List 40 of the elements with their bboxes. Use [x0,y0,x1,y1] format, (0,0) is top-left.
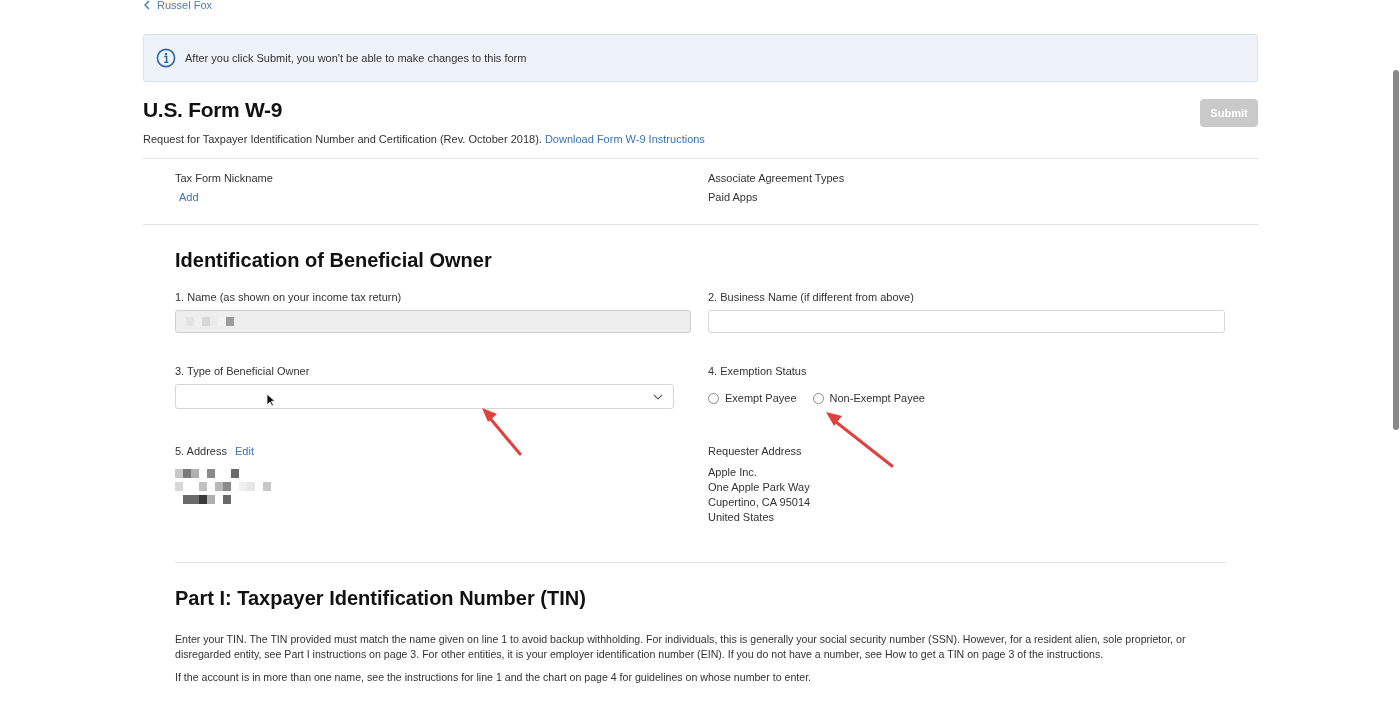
field-label: Requester Address [708,445,803,457]
form-title: U.S. Form W-9 [143,98,283,122]
radio-button[interactable] [708,392,719,404]
radio-button[interactable] [812,392,824,404]
radio-option[interactable]: Non-Exempt Payee [812,392,925,404]
redacted-text [186,317,234,326]
business-name-field[interactable] [708,310,1225,333]
edit-link[interactable]: Edit [235,445,254,457]
address-line: Cupertino, CA 95014 [708,496,812,509]
field-label: Tax Form Nickname [175,172,274,184]
section-heading: Identification of Beneficial Owner [175,249,493,272]
annotation-arrow [480,406,524,458]
field-label: 2. Business Name (if different from above) [708,291,915,303]
back-link[interactable]: Russel Fox [143,0,213,11]
radio-option[interactable]: Exempt Payee [708,392,797,404]
info-icon [156,48,176,68]
instructions-text: Enter your TIN. The TIN provided must match the name given on line 1 to avoid backup withholding. For individuals, this is generally your social security number (SSN). However, for a resident alien, sole proprietor, or disregarded entity, see Part I instructions on page 3. For other entities, it is your employer identification number (EIN). If you do not have a number, see How to get a TIN on page 3 of the instructions. [175,632,1187,662]
field-value: Paid Apps [708,191,759,203]
scrollbar[interactable] [1393,70,1399,430]
field-label: 5. Address [175,445,227,457]
add-link[interactable]: Add [175,191,708,203]
address-line: One Apple Park Way [708,481,811,494]
form-description: Request for Taxpayer Identification Number and Certification (Rev. October 2018). Download Form W-9 Instructions [143,133,706,145]
field-label: Associate Agreement Types [708,172,846,184]
radio-label[interactable]: Exempt Payee [725,392,797,404]
annotation-arrow [824,410,896,470]
address-line: Apple Inc. [708,466,758,479]
field-label: 1. Name (as shown on your income tax return) [175,291,403,303]
address-line: United States [708,511,776,524]
download-link[interactable]: Download Form W-9 Instructions [544,133,705,145]
mouse-pointer-icon [266,393,276,407]
info-message: After you click Submit, you won't be able to make changes to this form [185,52,527,64]
instructions-text: If the account is in more than one name, see the instructions for line 1 and the chart on page 4 for guidelines on whose number to enter. [175,670,813,685]
chevron-down-icon [653,393,663,400]
field-label: 4. Exemption Status [708,365,808,377]
chevron-left-icon [143,0,151,10]
section-heading: Part I: Taxpayer Identification Number (TIN) [175,587,587,610]
field-label: 3. Type of Beneficial Owner [175,365,311,377]
owner-type-dropdown[interactable] [175,384,674,409]
radio-label[interactable]: Non-Exempt Payee [829,392,925,404]
